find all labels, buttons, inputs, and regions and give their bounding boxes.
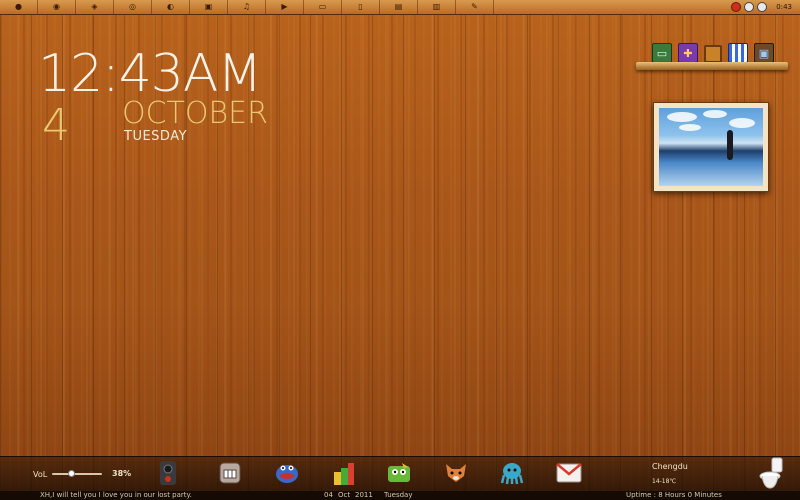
folder-icon[interactable]: ▣ [190, 0, 228, 14]
status-date-day: 04 [324, 491, 333, 499]
person-silhouette [727, 130, 733, 160]
paint-icon[interactable]: ✎ [456, 0, 494, 14]
tray-qq-alt-icon[interactable] [757, 2, 768, 12]
clock-weekday: TUESDAY [124, 129, 188, 144]
display-icon[interactable]: ▭ [304, 0, 342, 14]
recycle-bin-icon[interactable] [758, 456, 786, 492]
store-icon[interactable] [728, 43, 748, 63]
desktop: { "top_bar": { "icons": ["apple-icon","g… [0, 0, 800, 500]
status-date-weekday: Tuesday [384, 491, 413, 499]
teeth-icon[interactable] [217, 460, 243, 486]
clock-month: OCTOBER [122, 96, 268, 131]
settings-icon[interactable]: ◐ [152, 0, 190, 14]
fox-icon[interactable] [443, 460, 469, 486]
status-date-year: 2011 [355, 491, 373, 499]
frame-icon[interactable] [704, 45, 722, 63]
volume-label: VoL [33, 470, 48, 479]
tray-qq-icon[interactable] [744, 2, 755, 12]
feed-icon[interactable]: ◈ [76, 0, 114, 14]
volume-value: 38% [112, 469, 132, 478]
green-monster-icon[interactable] [386, 460, 412, 486]
tray-record-icon[interactable] [731, 2, 742, 12]
top-launcher-bar: ● ◉ ◈ ◎ ◐ ▣ ♫ ▶ ▭ ▯ ▤ ▥ ✎ 0:43 [0, 0, 800, 15]
blue-monster-icon[interactable] [274, 460, 300, 486]
tray: 0:43 [731, 2, 800, 12]
computer-icon[interactable]: ▭ [652, 43, 672, 63]
tray-clock: 0:43 [776, 3, 792, 11]
apple-icon[interactable]: ● [0, 0, 38, 14]
icon-shelf: ▭ ✚ ▣ [636, 40, 788, 70]
notebook-icon[interactable]: ▥ [418, 0, 456, 14]
phone-icon[interactable]: ▯ [342, 0, 380, 14]
status-message: XH,I will tell you I love you in our los… [40, 491, 192, 499]
chrome-icon[interactable]: ◎ [114, 0, 152, 14]
gift-icon[interactable]: ✚ [678, 43, 698, 63]
weather-temperature: 14-18℃ [652, 478, 677, 485]
weather-city: Chengdu [652, 462, 688, 471]
photo-frame-widget[interactable] [653, 102, 769, 192]
speaker-icon[interactable] [155, 460, 181, 486]
octopus-icon[interactable] [499, 460, 525, 486]
book-icon[interactable]: ▤ [380, 0, 418, 14]
music-icon[interactable]: ♫ [228, 0, 266, 14]
stack-monster-icon[interactable] [331, 460, 357, 486]
beach-photo [659, 108, 763, 186]
player-icon[interactable]: ▶ [266, 0, 304, 14]
status-uptime: Uptime : 8 Hours 0 Minutes [626, 491, 722, 499]
ghost-icon[interactable]: ◉ [38, 0, 76, 14]
tv-icon[interactable]: ▣ [754, 43, 774, 63]
clock-time: 12:43AM [38, 44, 262, 104]
clock-day: 4 [42, 100, 70, 151]
volume-slider[interactable] [52, 470, 102, 477]
status-date-month: Oct [338, 491, 351, 499]
volume-slider-knob[interactable] [67, 470, 75, 477]
shelf-board [636, 62, 788, 70]
mail-icon[interactable] [556, 460, 582, 486]
